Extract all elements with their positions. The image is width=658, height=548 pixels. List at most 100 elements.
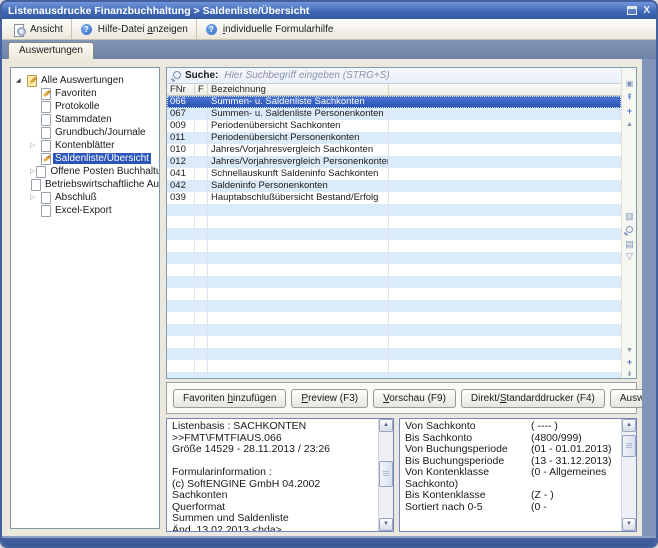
- tree-item[interactable]: Excel-Export: [11, 204, 159, 217]
- param-line: Sortiert nach 0-5(0 -: [405, 502, 617, 514]
- close-icon[interactable]: X: [643, 6, 650, 16]
- document-icon: [40, 127, 53, 139]
- column-chooser-icon[interactable]: ▣: [622, 78, 637, 89]
- table-row[interactable]: 067 Summen- u. Saldenliste Personenkonte…: [167, 108, 621, 120]
- table-row-empty[interactable]: [167, 276, 621, 288]
- cell-bezeichnung: Hauptabschlußübersicht Bestand/Erfolg: [208, 192, 389, 204]
- table-row-empty[interactable]: [167, 240, 621, 252]
- table-row-empty[interactable]: [167, 300, 621, 312]
- tree-item[interactable]: Grundbuch/Journale: [11, 126, 159, 139]
- table-row-empty[interactable]: [167, 324, 621, 336]
- tree-item[interactable]: Favoriten: [11, 87, 159, 100]
- param-value: (13 - 31.12.2013): [531, 455, 612, 467]
- table-row-empty[interactable]: [167, 336, 621, 348]
- columns-icon[interactable]: ▥: [622, 211, 637, 222]
- search-bar[interactable]: Suche:: [167, 68, 621, 84]
- param-label: Bis Kontenklasse: [405, 490, 531, 502]
- table-row[interactable]: 009 Periodenübersicht Sachkonten: [167, 120, 621, 132]
- table-row-empty[interactable]: [167, 360, 621, 372]
- table-row-empty[interactable]: [167, 252, 621, 264]
- table-row[interactable]: 011 Periodenübersicht Personenkonten: [167, 132, 621, 144]
- column-header-filler: [389, 84, 621, 95]
- tab-auswertungen[interactable]: Auswertungen: [8, 42, 94, 59]
- info-line: Sachkonten: [172, 490, 374, 502]
- toolbar-button-label: Hilfe-Datei anzeigen: [98, 24, 188, 35]
- tree-item[interactable]: Protokolle: [11, 100, 159, 113]
- scroll-up-button[interactable]: ▲: [379, 419, 393, 432]
- action-button[interactable]: Vorschau (F9): [373, 389, 456, 408]
- form-params-text: Von Sachkonto( ---- ) Bis Sachkonto(4800…: [400, 419, 621, 531]
- window-properties-icon[interactable]: [627, 6, 637, 15]
- tree-item[interactable]: Betriebswirtschaftliche Auswertungen: [11, 178, 159, 191]
- zoom-icon[interactable]: [622, 225, 637, 237]
- param-value: (Z - ): [531, 489, 554, 501]
- scroll-down-icon[interactable]: ▼: [622, 345, 637, 356]
- expand-arrow-icon[interactable]: [16, 76, 26, 86]
- cell-fnr: 009: [167, 120, 195, 132]
- tree-item-label: Saldenliste/Übersicht: [53, 153, 151, 164]
- table-row[interactable]: 041 Schnellauskunft Saldeninfo Sachkonte…: [167, 168, 621, 180]
- table-row-empty[interactable]: [167, 372, 621, 378]
- table-row[interactable]: 012 Jahres/Vorjahresvergleich Personenko…: [167, 156, 621, 168]
- cell-bezeichnung: Schnellauskunft Saldeninfo Sachkonten: [208, 168, 389, 180]
- info-scrollbar[interactable]: ▲ ▼: [378, 419, 393, 531]
- tree-item[interactable]: Saldenliste/Übersicht: [11, 152, 159, 165]
- table-row-empty[interactable]: [167, 216, 621, 228]
- scroll-to-top-icon[interactable]: ↟: [622, 92, 637, 103]
- table-row-empty[interactable]: [167, 264, 621, 276]
- params-scrollbar[interactable]: ▲ ▼: [621, 419, 636, 531]
- cell-bezeichnung: Jahres/Vorjahresvergleich Personenkonten: [208, 156, 389, 168]
- tree-item[interactable]: Kontenblätter: [11, 139, 159, 152]
- tree-item-label: Stammdaten: [53, 114, 114, 125]
- scroll-thumb[interactable]: [622, 435, 636, 457]
- add-icon[interactable]: +: [622, 106, 637, 117]
- table-row[interactable]: 066 Summen- u. Saldenliste Sachkonten: [167, 96, 621, 108]
- action-button[interactable]: Direkt/Standarddrucker (F4): [461, 389, 605, 408]
- formularhilfe-button[interactable]: individuelle Formularhilfe: [196, 19, 342, 39]
- table-row-empty[interactable]: [167, 288, 621, 300]
- scroll-up-button[interactable]: ▲: [622, 419, 636, 432]
- column-header-fnr[interactable]: FNr: [167, 84, 195, 95]
- cell-filler: [389, 168, 621, 180]
- scroll-down-button[interactable]: ▼: [622, 518, 636, 531]
- table-row-empty[interactable]: [167, 228, 621, 240]
- table-row[interactable]: 042 Saldeninfo Personenkonten: [167, 180, 621, 192]
- tree-item[interactable]: Alle Auswertungen: [11, 74, 159, 87]
- tree-item[interactable]: Abschluß: [11, 191, 159, 204]
- table-row[interactable]: 010 Jahres/Vorjahresvergleich Sachkonten: [167, 144, 621, 156]
- table-row-empty[interactable]: [167, 204, 621, 216]
- add-bottom-icon[interactable]: +: [622, 357, 637, 368]
- table-header: FNr F Bezeichnung: [167, 84, 621, 96]
- tree-item[interactable]: Stammdaten: [11, 113, 159, 126]
- expand-arrow-icon[interactable]: [30, 193, 40, 203]
- document-icon: [40, 101, 53, 113]
- cell-bezeichnung: Jahres/Vorjahresvergleich Sachkonten: [208, 144, 389, 156]
- table-body: 066 Summen- u. Saldenliste Sachkonten 06…: [167, 96, 621, 378]
- cell-filler: [389, 192, 621, 204]
- cell-fnr: 041: [167, 168, 195, 180]
- scroll-up-icon[interactable]: ▲: [622, 119, 637, 130]
- hilfe-datei-button[interactable]: Hilfe-Datei anzeigen: [71, 19, 196, 39]
- card-view-icon[interactable]: ▤: [622, 239, 637, 250]
- table-row-empty[interactable]: [167, 348, 621, 360]
- table-row-empty[interactable]: [167, 312, 621, 324]
- column-header-f[interactable]: F: [195, 84, 208, 95]
- scroll-to-bottom-icon[interactable]: ↡: [622, 368, 637, 379]
- cell-f: [195, 120, 208, 132]
- filter-icon[interactable]: ▽: [622, 251, 637, 262]
- scroll-thumb[interactable]: [379, 461, 393, 487]
- title-bar[interactable]: Listenausdrucke Finanzbuchhaltung > Sald…: [2, 2, 656, 19]
- scroll-down-button[interactable]: ▼: [379, 518, 393, 531]
- expand-arrow-icon[interactable]: [30, 141, 40, 151]
- action-button[interactable]: Preview (F3): [291, 389, 368, 408]
- cell-bezeichnung: Periodenübersicht Personenkonten: [208, 132, 389, 144]
- cell-f: [195, 180, 208, 192]
- ansicht-button[interactable]: Ansicht: [4, 19, 71, 39]
- info-line: Änd. 13.02.2013 <hda>: [172, 525, 374, 532]
- actions-panel: Favoriten hinzufügen Preview (F3) Vorsch…: [166, 382, 637, 414]
- action-button[interactable]: Favoriten hinzufügen: [173, 389, 286, 408]
- table-row[interactable]: 039 Hauptabschlußübersicht Bestand/Erfol…: [167, 192, 621, 204]
- search-input[interactable]: [222, 69, 621, 82]
- column-header-bezeichnung[interactable]: Bezeichnung: [208, 84, 389, 95]
- tree-item[interactable]: Offene Posten Buchhaltung: [11, 165, 159, 178]
